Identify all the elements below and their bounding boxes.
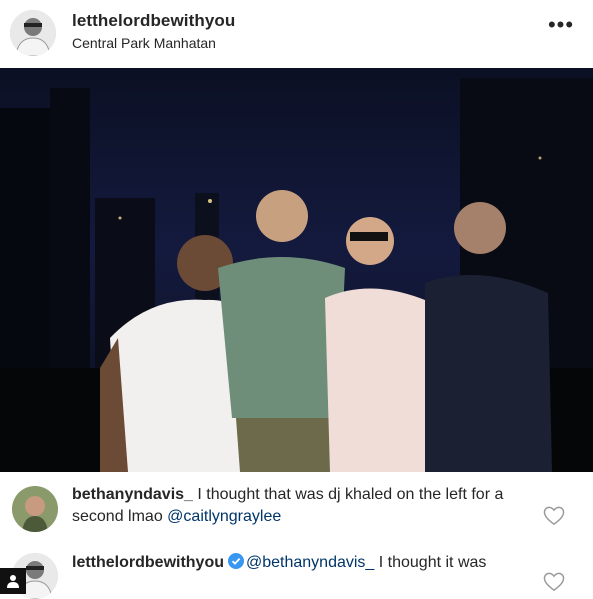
commenter-avatar[interactable] (12, 486, 58, 532)
comment-mention[interactable]: @bethanyndavis_ (246, 554, 374, 571)
comment-username[interactable]: letthelordbewithyou (72, 554, 224, 571)
verified-badge-icon (228, 553, 244, 569)
poster-username[interactable]: letthelordbewithyou (72, 11, 235, 31)
more-options-icon[interactable]: ••• (547, 14, 575, 38)
comment-item: bethanyndavis_ I thought that was dj kha… (0, 478, 593, 540)
comment-text: bethanyndavis_ I thought that was dj kha… (72, 484, 522, 528)
heart-outline-icon[interactable] (543, 506, 565, 526)
heart-outline-icon[interactable] (543, 572, 565, 592)
comment-item: letthelordbewithyou @bethanyndavis_ I tho… (0, 548, 593, 599)
post-location[interactable]: Central Park Manhatan (72, 35, 216, 51)
comment-username[interactable]: bethanyndavis_ (72, 486, 193, 503)
comment-body: I thought it was (374, 554, 487, 571)
comment-mention[interactable]: @caitlyngraylee (167, 508, 281, 525)
poster-avatar[interactable] (10, 10, 56, 56)
post-header: letthelordbewithyou Central Park Manhata… (0, 0, 593, 68)
comment-text: letthelordbewithyou @bethanyndavis_ I tho… (72, 552, 522, 574)
person-icon[interactable] (0, 568, 26, 594)
post-photo[interactable] (0, 68, 593, 472)
